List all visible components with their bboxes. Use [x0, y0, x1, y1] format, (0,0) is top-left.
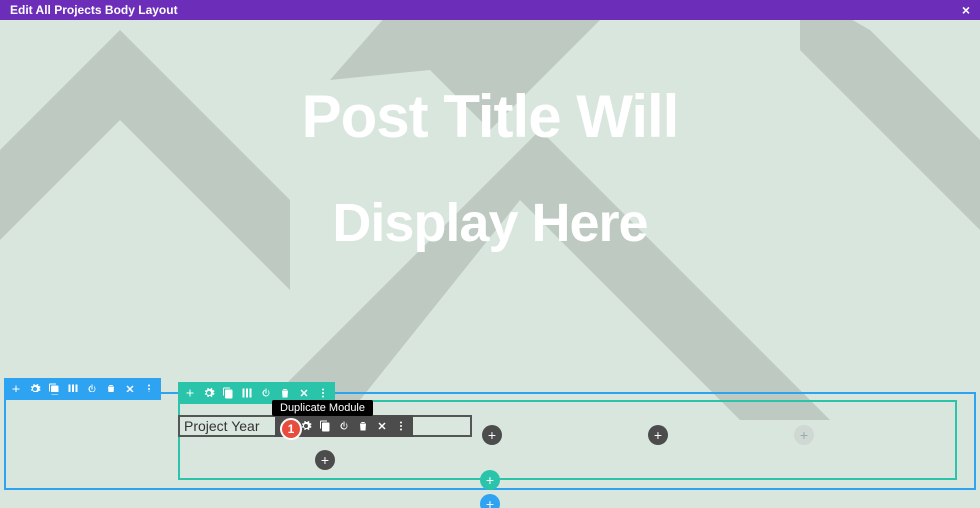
window-header: Edit All Projects Body Layout × — [0, 0, 980, 20]
power-icon[interactable] — [260, 387, 272, 399]
annotation-marker: 1 — [280, 418, 302, 440]
add-section-button[interactable]: + — [480, 494, 500, 508]
add-module-button[interactable]: + — [482, 425, 502, 445]
more-icon[interactable] — [317, 387, 329, 399]
module-label: Project Year — [184, 418, 260, 434]
power-icon[interactable] — [338, 420, 350, 432]
close-icon[interactable] — [376, 420, 388, 432]
close-icon[interactable]: × — [962, 2, 970, 18]
close-icon[interactable] — [298, 387, 310, 399]
duplicate-icon[interactable] — [319, 420, 331, 432]
hero-title-line2: Display Here — [0, 192, 980, 254]
duplicate-icon[interactable] — [222, 387, 234, 399]
add-column-button[interactable]: + — [794, 425, 814, 445]
trash-icon[interactable] — [279, 387, 291, 399]
add-module-button[interactable]: + — [648, 425, 668, 445]
more-icon[interactable] — [395, 420, 407, 432]
tooltip: Duplicate Module — [272, 400, 373, 416]
add-icon[interactable] — [184, 387, 196, 399]
columns-icon[interactable] — [241, 387, 253, 399]
trash-icon[interactable] — [357, 420, 369, 432]
add-row-button[interactable]: + — [480, 470, 500, 490]
gear-icon[interactable] — [203, 387, 215, 399]
window-title: Edit All Projects Body Layout — [10, 3, 178, 17]
builder-canvas: Post Title Will Display Here Project Yea… — [0, 20, 980, 508]
hero-title-line1: Post Title Will — [0, 82, 980, 151]
add-module-button[interactable]: + — [315, 450, 335, 470]
